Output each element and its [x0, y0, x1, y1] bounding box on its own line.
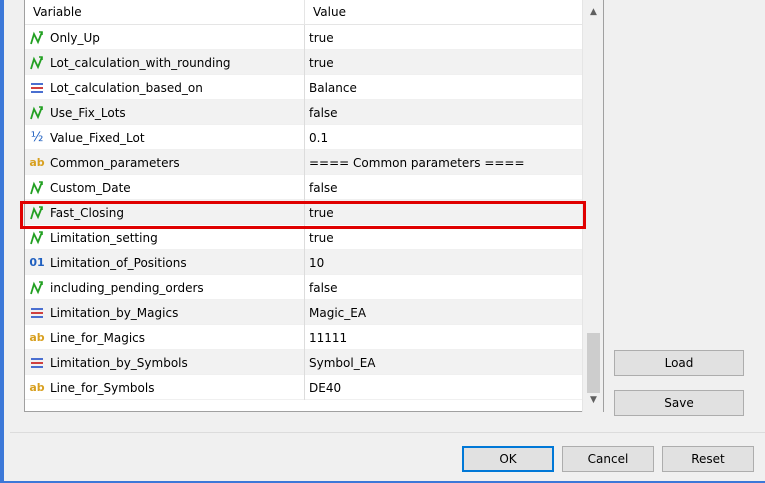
value-cell[interactable]: 10 — [305, 250, 583, 275]
reset-button[interactable]: Reset — [662, 446, 754, 472]
grid-row[interactable]: Limitation_by_Magics Magic_EA — [25, 300, 583, 325]
bool-arrow-icon — [29, 55, 45, 71]
variable-cell[interactable]: including_pending_orders — [25, 275, 305, 300]
bool-arrow-icon — [29, 205, 45, 221]
variable-name: Line_for_Magics — [50, 330, 146, 345]
integer-01-icon: 01 — [29, 255, 45, 269]
enum-list-icon — [29, 355, 45, 371]
variable-cell[interactable]: Only_Up — [25, 25, 305, 50]
bool-arrow-icon — [29, 280, 45, 296]
variable-cell[interactable]: ab Line_for_Symbols — [25, 375, 305, 400]
variable-cell[interactable]: Lot_calculation_based_on — [25, 75, 305, 100]
grid-row[interactable]: ½ Value_Fixed_Lot 0.1 — [25, 125, 583, 150]
grid-row[interactable]: including_pending_orders false — [25, 275, 583, 300]
grid-row[interactable]: Lot_calculation_based_on Balance — [25, 75, 583, 100]
variable-name: Common_parameters — [50, 155, 180, 170]
grid-row[interactable]: Limitation_by_Symbols Symbol_EA — [25, 350, 583, 375]
ok-button[interactable]: OK — [462, 446, 554, 472]
grid-row[interactable]: Only_Up true — [25, 25, 583, 50]
variable-cell[interactable]: Limitation_by_Symbols — [25, 350, 305, 375]
variable-name: Line_for_Symbols — [50, 380, 155, 395]
enum-list-icon — [29, 80, 45, 96]
grid-header: Variable Value — [25, 0, 583, 25]
dialog-separator — [10, 432, 765, 433]
string-ab-icon: ab — [29, 155, 45, 169]
value-cell[interactable]: ==== Common parameters ==== — [305, 150, 583, 175]
variable-cell[interactable]: Limitation_setting — [25, 225, 305, 250]
variable-name: Limitation_by_Symbols — [50, 355, 188, 370]
value-cell[interactable]: 11111 — [305, 325, 583, 350]
value-cell[interactable]: DE40 — [305, 375, 583, 400]
variable-cell[interactable]: Custom_Date — [25, 175, 305, 200]
variable-cell[interactable]: Use_Fix_Lots — [25, 100, 305, 125]
variable-name: Custom_Date — [50, 180, 131, 195]
inputs-grid: Variable Value Only_Up true Lot_calculatio… — [24, 0, 604, 412]
string-ab-icon: ab — [29, 380, 45, 394]
value-cell[interactable]: 0.1 — [305, 125, 583, 150]
variable-name: Limitation_of_Positions — [50, 255, 187, 270]
fraction-icon: ½ — [30, 129, 44, 145]
grid-rows: Only_Up true Lot_calculation_with_rounding… — [25, 25, 583, 400]
value-cell[interactable]: true — [305, 50, 583, 75]
bool-arrow-icon — [29, 30, 45, 46]
load-button[interactable]: Load — [614, 350, 744, 376]
variable-cell[interactable]: ab Line_for_Magics — [25, 325, 305, 350]
variable-cell[interactable]: 01 Limitation_of_Positions — [25, 250, 305, 275]
variable-cell[interactable]: Limitation_by_Magics — [25, 300, 305, 325]
value-cell[interactable]: Balance — [305, 75, 583, 100]
string-ab-icon: ab — [29, 330, 45, 344]
value-cell[interactable]: Magic_EA — [305, 300, 583, 325]
value-cell[interactable]: true — [305, 225, 583, 250]
grid-row[interactable]: Use_Fix_Lots false — [25, 100, 583, 125]
grid-row[interactable]: 01 Limitation_of_Positions 10 — [25, 250, 583, 275]
scroll-down-arrow-icon[interactable]: ▼ — [583, 390, 604, 410]
variable-name: Only_Up — [50, 30, 100, 45]
value-cell[interactable]: true — [305, 200, 583, 225]
bool-arrow-icon — [29, 180, 45, 196]
bool-arrow-icon — [29, 230, 45, 246]
column-header-variable[interactable]: Variable — [25, 0, 305, 24]
column-header-value[interactable]: Value — [305, 0, 583, 24]
vertical-scrollbar[interactable]: ▲ ▼ — [582, 0, 603, 412]
grid-row[interactable]: ab Line_for_Symbols DE40 — [25, 375, 583, 400]
variable-cell[interactable]: ½ Value_Fixed_Lot — [25, 125, 305, 150]
value-cell[interactable]: false — [305, 100, 583, 125]
grid-row[interactable]: Custom_Date false — [25, 175, 583, 200]
scroll-up-arrow-icon[interactable]: ▲ — [583, 2, 604, 22]
value-cell[interactable]: true — [305, 25, 583, 50]
enum-list-icon — [29, 305, 45, 321]
variable-name: including_pending_orders — [50, 280, 204, 295]
window-frame — [4, 0, 10, 483]
grid-row[interactable]: Lot_calculation_with_rounding true — [25, 50, 583, 75]
variable-name: Lot_calculation_with_rounding — [50, 55, 231, 70]
variable-name: Limitation_by_Magics — [50, 305, 179, 320]
variable-cell[interactable]: Lot_calculation_with_rounding — [25, 50, 305, 75]
variable-name: Limitation_setting — [50, 230, 158, 245]
scroll-thumb[interactable] — [587, 333, 600, 393]
variable-name: Lot_calculation_based_on — [50, 80, 203, 95]
value-cell[interactable]: Symbol_EA — [305, 350, 583, 375]
variable-cell[interactable]: Fast_Closing — [25, 200, 305, 225]
variable-name: Use_Fix_Lots — [50, 105, 126, 120]
save-button[interactable]: Save — [614, 390, 744, 416]
grid-row[interactable]: ab Common_parameters ==== Common parameter… — [25, 150, 583, 175]
grid-row[interactable]: Fast_Closing true — [25, 200, 583, 225]
cancel-button[interactable]: Cancel — [562, 446, 654, 472]
variable-cell[interactable]: ab Common_parameters — [25, 150, 305, 175]
value-cell[interactable]: false — [305, 275, 583, 300]
variable-name: Fast_Closing — [50, 205, 124, 220]
value-cell[interactable]: false — [305, 175, 583, 200]
variable-name: Value_Fixed_Lot — [50, 130, 145, 145]
grid-row[interactable]: ab Line_for_Magics 11111 — [25, 325, 583, 350]
grid-row[interactable]: Limitation_setting true — [25, 225, 583, 250]
bool-arrow-icon — [29, 105, 45, 121]
